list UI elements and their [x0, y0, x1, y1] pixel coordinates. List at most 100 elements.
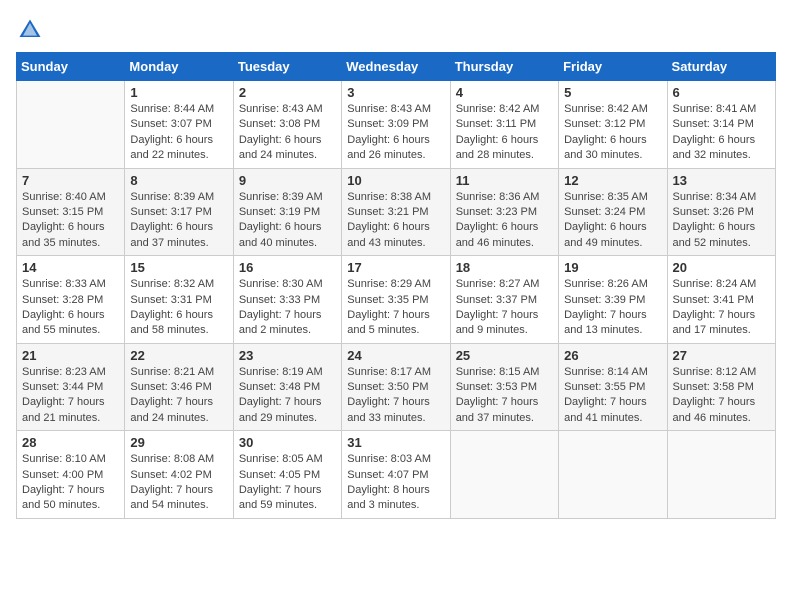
calendar-day-cell: 30 Sunrise: 8:05 AMSunset: 4:05 PMDaylig… [233, 431, 341, 519]
day-number: 21 [22, 348, 119, 363]
day-info: Sunrise: 8:34 AMSunset: 3:26 PMDaylight:… [673, 190, 770, 252]
day-number: 4 [456, 85, 553, 100]
day-info: Sunrise: 8:42 AMSunset: 3:12 PMDaylight:… [564, 102, 661, 164]
day-info: Sunrise: 8:44 AMSunset: 3:07 PMDaylight:… [130, 102, 227, 164]
calendar-day-cell: 6 Sunrise: 8:41 AMSunset: 3:14 PMDayligh… [667, 81, 775, 169]
day-info: Sunrise: 8:42 AMSunset: 3:11 PMDaylight:… [456, 102, 553, 164]
day-info: Sunrise: 8:35 AMSunset: 3:24 PMDaylight:… [564, 190, 661, 252]
day-number: 30 [239, 435, 336, 450]
calendar-day-header: Thursday [450, 53, 558, 81]
day-number: 13 [673, 173, 770, 188]
day-info: Sunrise: 8:23 AMSunset: 3:44 PMDaylight:… [22, 365, 119, 427]
calendar-day-cell: 16 Sunrise: 8:30 AMSunset: 3:33 PMDaylig… [233, 256, 341, 344]
day-number: 14 [22, 260, 119, 275]
logo [16, 16, 48, 44]
day-info: Sunrise: 8:19 AMSunset: 3:48 PMDaylight:… [239, 365, 336, 427]
calendar-day-header: Tuesday [233, 53, 341, 81]
day-info: Sunrise: 8:29 AMSunset: 3:35 PMDaylight:… [347, 277, 444, 339]
calendar-day-cell: 29 Sunrise: 8:08 AMSunset: 4:02 PMDaylig… [125, 431, 233, 519]
calendar-day-cell [450, 431, 558, 519]
day-number: 7 [22, 173, 119, 188]
calendar-day-cell: 9 Sunrise: 8:39 AMSunset: 3:19 PMDayligh… [233, 168, 341, 256]
day-number: 24 [347, 348, 444, 363]
calendar-day-header: Wednesday [342, 53, 450, 81]
calendar-day-cell: 25 Sunrise: 8:15 AMSunset: 3:53 PMDaylig… [450, 343, 558, 431]
logo-icon [16, 16, 44, 44]
calendar-day-cell: 4 Sunrise: 8:42 AMSunset: 3:11 PMDayligh… [450, 81, 558, 169]
day-number: 19 [564, 260, 661, 275]
calendar-day-cell: 26 Sunrise: 8:14 AMSunset: 3:55 PMDaylig… [559, 343, 667, 431]
calendar-day-cell: 11 Sunrise: 8:36 AMSunset: 3:23 PMDaylig… [450, 168, 558, 256]
calendar-day-cell: 10 Sunrise: 8:38 AMSunset: 3:21 PMDaylig… [342, 168, 450, 256]
calendar-day-cell [559, 431, 667, 519]
day-info: Sunrise: 8:38 AMSunset: 3:21 PMDaylight:… [347, 190, 444, 252]
calendar-day-header: Sunday [17, 53, 125, 81]
calendar-day-cell: 3 Sunrise: 8:43 AMSunset: 3:09 PMDayligh… [342, 81, 450, 169]
day-info: Sunrise: 8:03 AMSunset: 4:07 PMDaylight:… [347, 452, 444, 514]
calendar-week-row: 14 Sunrise: 8:33 AMSunset: 3:28 PMDaylig… [17, 256, 776, 344]
calendar-week-row: 28 Sunrise: 8:10 AMSunset: 4:00 PMDaylig… [17, 431, 776, 519]
day-number: 26 [564, 348, 661, 363]
calendar-day-cell: 7 Sunrise: 8:40 AMSunset: 3:15 PMDayligh… [17, 168, 125, 256]
calendar-day-cell [667, 431, 775, 519]
calendar-week-row: 1 Sunrise: 8:44 AMSunset: 3:07 PMDayligh… [17, 81, 776, 169]
calendar-day-cell: 2 Sunrise: 8:43 AMSunset: 3:08 PMDayligh… [233, 81, 341, 169]
day-number: 17 [347, 260, 444, 275]
calendar-day-cell: 28 Sunrise: 8:10 AMSunset: 4:00 PMDaylig… [17, 431, 125, 519]
calendar-day-cell [17, 81, 125, 169]
day-number: 20 [673, 260, 770, 275]
calendar-day-cell: 31 Sunrise: 8:03 AMSunset: 4:07 PMDaylig… [342, 431, 450, 519]
day-info: Sunrise: 8:14 AMSunset: 3:55 PMDaylight:… [564, 365, 661, 427]
calendar-day-cell: 1 Sunrise: 8:44 AMSunset: 3:07 PMDayligh… [125, 81, 233, 169]
day-number: 8 [130, 173, 227, 188]
day-number: 27 [673, 348, 770, 363]
calendar-day-cell: 20 Sunrise: 8:24 AMSunset: 3:41 PMDaylig… [667, 256, 775, 344]
calendar-day-header: Saturday [667, 53, 775, 81]
day-number: 25 [456, 348, 553, 363]
day-info: Sunrise: 8:32 AMSunset: 3:31 PMDaylight:… [130, 277, 227, 339]
day-info: Sunrise: 8:43 AMSunset: 3:08 PMDaylight:… [239, 102, 336, 164]
day-info: Sunrise: 8:40 AMSunset: 3:15 PMDaylight:… [22, 190, 119, 252]
calendar-day-cell: 21 Sunrise: 8:23 AMSunset: 3:44 PMDaylig… [17, 343, 125, 431]
day-number: 1 [130, 85, 227, 100]
day-number: 29 [130, 435, 227, 450]
calendar-day-cell: 22 Sunrise: 8:21 AMSunset: 3:46 PMDaylig… [125, 343, 233, 431]
day-info: Sunrise: 8:43 AMSunset: 3:09 PMDaylight:… [347, 102, 444, 164]
calendar-day-cell: 27 Sunrise: 8:12 AMSunset: 3:58 PMDaylig… [667, 343, 775, 431]
day-info: Sunrise: 8:24 AMSunset: 3:41 PMDaylight:… [673, 277, 770, 339]
day-number: 2 [239, 85, 336, 100]
day-info: Sunrise: 8:33 AMSunset: 3:28 PMDaylight:… [22, 277, 119, 339]
calendar-day-cell: 14 Sunrise: 8:33 AMSunset: 3:28 PMDaylig… [17, 256, 125, 344]
day-info: Sunrise: 8:10 AMSunset: 4:00 PMDaylight:… [22, 452, 119, 514]
calendar-day-cell: 5 Sunrise: 8:42 AMSunset: 3:12 PMDayligh… [559, 81, 667, 169]
day-number: 10 [347, 173, 444, 188]
calendar-day-cell: 15 Sunrise: 8:32 AMSunset: 3:31 PMDaylig… [125, 256, 233, 344]
day-info: Sunrise: 8:05 AMSunset: 4:05 PMDaylight:… [239, 452, 336, 514]
day-number: 15 [130, 260, 227, 275]
day-info: Sunrise: 8:12 AMSunset: 3:58 PMDaylight:… [673, 365, 770, 427]
day-number: 22 [130, 348, 227, 363]
calendar-day-cell: 19 Sunrise: 8:26 AMSunset: 3:39 PMDaylig… [559, 256, 667, 344]
day-info: Sunrise: 8:36 AMSunset: 3:23 PMDaylight:… [456, 190, 553, 252]
day-number: 9 [239, 173, 336, 188]
day-info: Sunrise: 8:30 AMSunset: 3:33 PMDaylight:… [239, 277, 336, 339]
day-number: 11 [456, 173, 553, 188]
calendar-day-cell: 18 Sunrise: 8:27 AMSunset: 3:37 PMDaylig… [450, 256, 558, 344]
calendar-day-cell: 12 Sunrise: 8:35 AMSunset: 3:24 PMDaylig… [559, 168, 667, 256]
calendar-table: SundayMondayTuesdayWednesdayThursdayFrid… [16, 52, 776, 519]
day-info: Sunrise: 8:15 AMSunset: 3:53 PMDaylight:… [456, 365, 553, 427]
day-number: 18 [456, 260, 553, 275]
calendar-week-row: 7 Sunrise: 8:40 AMSunset: 3:15 PMDayligh… [17, 168, 776, 256]
day-number: 31 [347, 435, 444, 450]
calendar-day-cell: 13 Sunrise: 8:34 AMSunset: 3:26 PMDaylig… [667, 168, 775, 256]
day-info: Sunrise: 8:21 AMSunset: 3:46 PMDaylight:… [130, 365, 227, 427]
day-info: Sunrise: 8:27 AMSunset: 3:37 PMDaylight:… [456, 277, 553, 339]
day-number: 28 [22, 435, 119, 450]
calendar-day-cell: 23 Sunrise: 8:19 AMSunset: 3:48 PMDaylig… [233, 343, 341, 431]
calendar-week-row: 21 Sunrise: 8:23 AMSunset: 3:44 PMDaylig… [17, 343, 776, 431]
day-info: Sunrise: 8:39 AMSunset: 3:19 PMDaylight:… [239, 190, 336, 252]
calendar-day-cell: 24 Sunrise: 8:17 AMSunset: 3:50 PMDaylig… [342, 343, 450, 431]
day-info: Sunrise: 8:26 AMSunset: 3:39 PMDaylight:… [564, 277, 661, 339]
day-info: Sunrise: 8:17 AMSunset: 3:50 PMDaylight:… [347, 365, 444, 427]
calendar-day-cell: 17 Sunrise: 8:29 AMSunset: 3:35 PMDaylig… [342, 256, 450, 344]
